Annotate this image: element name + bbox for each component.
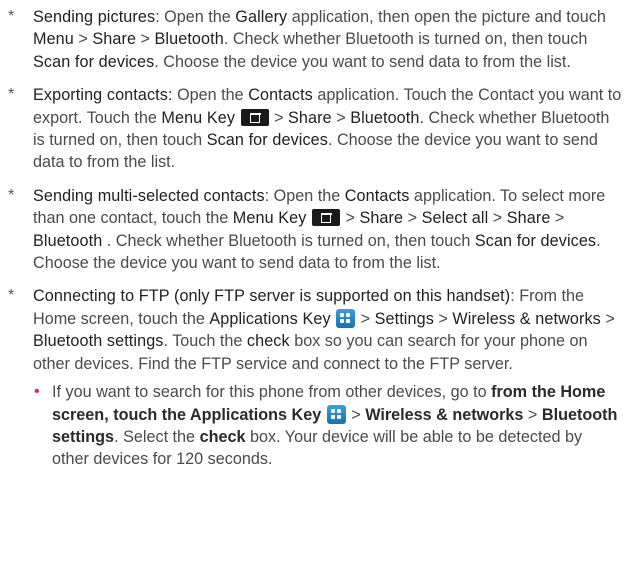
separator: > <box>356 309 375 328</box>
term-bluetooth-settings: Bluetooth settings <box>33 332 164 351</box>
term-bluetooth: Bluetooth <box>154 30 224 49</box>
separator: > <box>331 108 351 127</box>
term-scan-for-devices: Scan for devices <box>206 131 328 150</box>
body-text: application, then open the picture and t… <box>287 8 606 26</box>
term-select-all: Select all <box>421 209 489 228</box>
manual-page: * Sending pictures: Open the Gallery app… <box>0 0 637 573</box>
list-item-text: Sending multi-selected contacts: Open th… <box>33 185 623 275</box>
term-share: Share <box>288 108 332 127</box>
list-item-text: Sending pictures: Open the Gallery appli… <box>33 6 623 73</box>
separator: > <box>433 309 453 328</box>
body-text: If you want to search for this phone fro… <box>52 383 492 402</box>
term-wireless-networks: Wireless & networks <box>365 405 524 424</box>
item-heading: Sending pictures <box>33 8 156 26</box>
separator: > <box>340 209 360 228</box>
term-scan-for-devices: Scan for devices <box>33 52 155 71</box>
asterisk-bullet: * <box>8 86 15 104</box>
item-heading: Sending multi-selected contacts <box>33 186 265 205</box>
separator: > <box>600 309 615 328</box>
body-text: : Open the <box>264 186 345 205</box>
term-share: Share <box>506 209 551 228</box>
applications-key-icon <box>326 404 346 424</box>
term-wireless-networks: Wireless & networks <box>452 309 601 328</box>
term-bluetooth: Bluetooth <box>350 108 420 127</box>
item-heading: Connecting to FTP (only FTP server is su… <box>33 287 511 306</box>
term-share: Share <box>359 209 404 228</box>
separator: > <box>523 405 542 424</box>
applications-key-icon <box>336 308 356 328</box>
body-text: . Check whether Bluetooth is turned on, … <box>102 231 475 250</box>
asterisk-bullet: * <box>8 8 15 25</box>
list-item-connecting-to-ftp: * Connecting to FTP (only FTP server is … <box>8 285 623 375</box>
body-text: . Touch the <box>163 332 247 351</box>
list-item-exporting-contacts: * Exporting contacts: Open the Contacts … <box>8 84 623 174</box>
separator: > <box>73 30 93 49</box>
term-check: check <box>199 427 246 446</box>
term-bluetooth: Bluetooth <box>33 231 103 250</box>
sub-list-item-text: If you want to search for this phone fro… <box>52 381 623 471</box>
separator: > <box>136 30 155 49</box>
term-menu-key: Menu Key <box>161 108 236 127</box>
list-item-text: Connecting to FTP (only FTP server is su… <box>33 285 623 375</box>
term-check: check <box>246 332 290 351</box>
list-item-sending-multi-selected-contacts: * Sending multi-selected contacts: Open … <box>8 185 623 275</box>
menu-key-icon <box>240 108 269 126</box>
separator: > <box>346 405 366 424</box>
term-scan-for-devices: Scan for devices <box>474 231 597 250</box>
asterisk-bullet: * <box>8 287 15 305</box>
term-contacts: Contacts <box>248 86 313 105</box>
term-contacts: Contacts <box>344 186 410 205</box>
sub-bullet: • <box>34 383 40 401</box>
term-share: Share <box>92 30 137 49</box>
item-heading: Exporting contacts: <box>33 86 173 105</box>
asterisk-bullet: * <box>8 186 15 204</box>
list-item-text: Exporting contacts: Open the Contacts ap… <box>33 84 623 174</box>
separator: > <box>550 209 565 228</box>
body-text: : Open the <box>155 8 236 26</box>
term-gallery: Gallery <box>235 8 288 26</box>
body-text: . Select the <box>114 427 200 446</box>
term-menu: Menu <box>33 30 74 49</box>
separator: > <box>269 108 289 127</box>
sub-list-item: • If you want to search for this phone f… <box>33 381 623 471</box>
menu-key-icon <box>311 209 340 227</box>
body-text: . Check whether Bluetooth is turned on, … <box>223 30 588 49</box>
term-settings: Settings <box>374 309 434 328</box>
separator: > <box>488 209 507 228</box>
body-text: Open the <box>172 86 249 105</box>
separator: > <box>403 209 422 228</box>
list-item-sending-pictures: * Sending pictures: Open the Gallery app… <box>8 6 623 73</box>
term-applications-key: Applications Key <box>209 309 331 328</box>
term-menu-key: Menu Key <box>232 209 307 228</box>
body-text: . Choose the device you want to send dat… <box>154 52 571 71</box>
